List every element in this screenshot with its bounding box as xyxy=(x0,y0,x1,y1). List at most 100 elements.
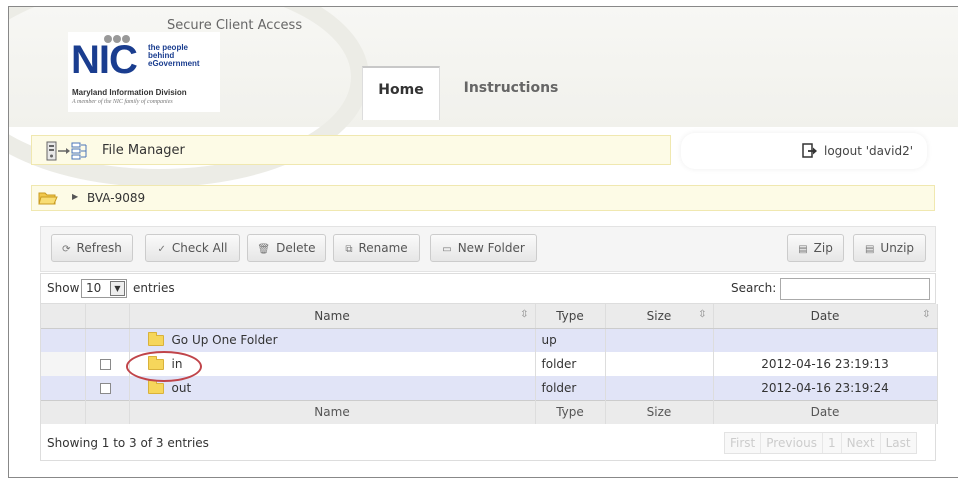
row-size xyxy=(605,376,714,400)
pager-first[interactable]: First xyxy=(725,433,762,453)
table-controls: Show 10 ▼ entries Search: xyxy=(41,274,935,304)
chevron-down-icon[interactable]: ▼ xyxy=(110,281,125,296)
footer-date: Date xyxy=(713,399,938,424)
row-type: folder xyxy=(535,376,606,400)
refresh-label: Refresh xyxy=(76,241,122,255)
row-spacer xyxy=(41,352,86,376)
annotation-circle xyxy=(126,351,202,382)
refresh-button[interactable]: ⟳ Refresh xyxy=(51,234,133,262)
row-name-label[interactable]: out xyxy=(172,381,192,395)
check-all-label: Check All xyxy=(171,241,228,255)
check-icon: ✓ xyxy=(157,244,166,255)
logout-icon[interactable] xyxy=(802,143,818,162)
header-name[interactable]: Name ⇳ xyxy=(129,304,536,329)
row-checkbox-cell xyxy=(85,328,130,352)
table-info: Showing 1 to 3 of 3 entries xyxy=(47,436,209,450)
table-row[interactable]: Go Up One Folder up xyxy=(41,328,938,352)
header-date[interactable]: Date ⇳ xyxy=(713,304,938,329)
sort-icon[interactable]: ⇳ xyxy=(520,309,528,320)
search-label: Search: xyxy=(731,281,777,295)
logo-subtitle: A member of the NIC family of companies xyxy=(72,99,173,105)
footer-size: Size xyxy=(605,399,714,424)
unzip-icon: ▤ xyxy=(864,244,875,255)
breadcrumb-arrow-icon: ▶ xyxy=(72,192,79,201)
row-spacer xyxy=(41,328,86,352)
sort-icon[interactable]: ⇳ xyxy=(922,309,930,320)
logo-division: Maryland Information Division xyxy=(72,88,187,97)
nic-logo[interactable]: NIC the people behind eGovernment Maryland… xyxy=(68,32,220,112)
pager-previous[interactable]: Previous xyxy=(761,433,823,453)
tab-instructions[interactable]: Instructions xyxy=(452,66,570,120)
row-spacer xyxy=(41,376,86,400)
file-manager-title: File Manager xyxy=(102,143,185,158)
breadcrumb: ▶ BVA-9089 xyxy=(31,185,935,211)
zip-button[interactable]: ▤ Zip xyxy=(787,234,844,262)
new-folder-button[interactable]: ▭ New Folder xyxy=(430,234,537,262)
header-size-label: Size xyxy=(646,308,672,323)
header-date-label: Date xyxy=(810,308,840,323)
header-size[interactable]: Size ⇳ xyxy=(605,304,714,329)
search-input[interactable] xyxy=(780,278,930,300)
row-checkbox[interactable] xyxy=(99,382,111,394)
header-type[interactable]: Type xyxy=(535,304,606,329)
rename-icon: ⧉ xyxy=(345,244,353,255)
unzip-label: Unzip xyxy=(880,241,915,255)
zip-icon: ▤ xyxy=(798,244,808,255)
file-manager-icon xyxy=(46,141,94,164)
footer-type: Type xyxy=(535,399,606,424)
row-size xyxy=(605,328,714,352)
rename-button[interactable]: ⧉ Rename xyxy=(333,234,420,262)
entries-per-page-select[interactable]: 10 ▼ xyxy=(81,279,127,298)
folder-up-icon xyxy=(147,332,164,347)
show-label: Show xyxy=(47,281,80,295)
trash-icon: 🗑 xyxy=(257,244,271,255)
footer-name: Name xyxy=(129,399,536,424)
row-type: up xyxy=(535,328,606,352)
sort-icon[interactable]: ⇳ xyxy=(698,309,706,320)
pager-next[interactable]: Next xyxy=(842,433,881,453)
pagination: First Previous 1 Next Last xyxy=(724,432,917,454)
delete-label: Delete xyxy=(276,241,316,255)
header-spacer xyxy=(41,304,86,329)
row-date: 2012-04-16 23:19:13 xyxy=(713,352,938,376)
rename-label: Rename xyxy=(358,241,408,255)
logout-area: logout 'david2' xyxy=(681,133,927,169)
breadcrumb-path[interactable]: BVA-9089 xyxy=(87,191,145,205)
new-folder-label: New Folder xyxy=(457,241,525,255)
folder-icon xyxy=(147,379,164,394)
file-manager-bar: File Manager xyxy=(31,135,671,165)
delete-button[interactable]: 🗑 Delete xyxy=(247,234,326,262)
header-name-label: Name xyxy=(314,308,350,323)
table-footer-row: Name Type Size Date xyxy=(41,399,938,424)
row-date xyxy=(713,328,938,352)
folder-icon: ▭ xyxy=(442,244,452,255)
check-all-button[interactable]: ✓ Check All xyxy=(145,234,240,262)
logo-tagline: the people behind eGovernment xyxy=(148,43,200,68)
tab-home[interactable]: Home xyxy=(362,66,440,120)
logout-link[interactable]: logout 'david2' xyxy=(824,144,913,158)
zip-label: Zip xyxy=(813,241,833,255)
row-type: folder xyxy=(535,352,606,376)
footer-checkbox xyxy=(85,399,130,424)
row-size xyxy=(605,352,714,376)
footer-spacer xyxy=(41,399,86,424)
row-name-label[interactable]: Go Up One Folder xyxy=(172,333,278,347)
header-checkbox xyxy=(85,304,130,329)
row-name[interactable]: out xyxy=(129,376,536,400)
row-checkbox[interactable] xyxy=(99,359,111,370)
header-type-label: Type xyxy=(556,308,584,323)
pager-last[interactable]: Last xyxy=(881,433,916,453)
table-header-row: Name ⇳ Type Size ⇳ Date ⇳ xyxy=(41,304,938,329)
row-date: 2012-04-16 23:19:24 xyxy=(713,376,938,400)
row-checkbox-cell xyxy=(85,376,130,400)
row-name[interactable]: Go Up One Folder xyxy=(129,328,536,352)
file-toolbar: ⟳ Refresh ✓ Check All 🗑 Delete ⧉ Rename ▭ New… xyxy=(40,226,936,272)
open-folder-icon xyxy=(38,190,58,209)
entries-label: entries xyxy=(133,281,175,295)
row-checkbox-cell xyxy=(85,352,130,376)
unzip-button[interactable]: ▤ Unzip xyxy=(853,234,926,262)
refresh-icon: ⟳ xyxy=(62,244,71,255)
site-title: Secure Client Access xyxy=(167,18,303,33)
entries-per-page-value: 10 xyxy=(86,281,102,295)
pager-page[interactable]: 1 xyxy=(823,433,842,453)
